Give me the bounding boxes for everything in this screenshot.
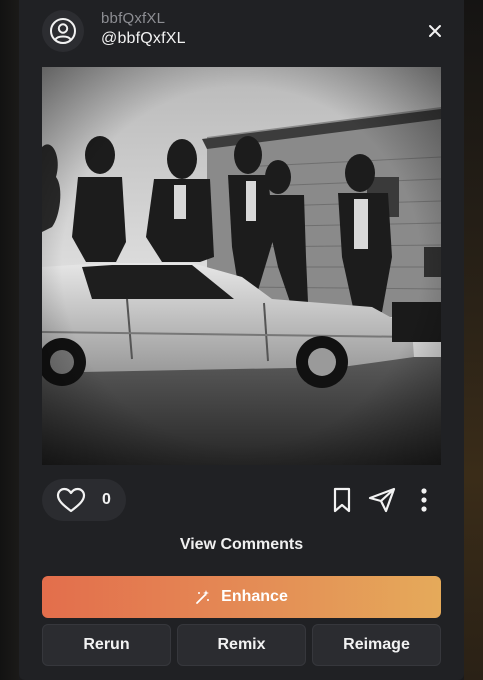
share-button[interactable] — [368, 486, 396, 514]
user-handle[interactable]: @bbfQxfXL — [101, 30, 186, 48]
display-name: bbfQxfXL — [101, 10, 166, 27]
bookmark-icon — [333, 487, 351, 513]
backdrop-right — [464, 0, 483, 680]
rerun-button[interactable]: Rerun — [42, 624, 171, 666]
user-circle-icon — [50, 18, 76, 44]
remix-button[interactable]: Remix — [177, 624, 306, 666]
post-header: bbfQxfXL @bbfQxfXL — [19, 0, 464, 66]
like-button[interactable]: 0 — [42, 479, 126, 521]
like-count: 0 — [102, 491, 111, 508]
post-card: bbfQxfXL @bbfQxfXL 0 View Comments Enhan… — [19, 0, 464, 680]
heart-icon — [56, 487, 86, 513]
enhance-label: Enhance — [221, 588, 288, 605]
post-image[interactable] — [42, 67, 441, 465]
avatar[interactable] — [42, 10, 84, 52]
close-button[interactable] — [423, 19, 447, 43]
send-icon — [368, 487, 396, 513]
close-icon — [429, 25, 441, 37]
more-vertical-icon — [421, 488, 427, 512]
more-options-button[interactable] — [410, 486, 438, 514]
view-comments-link[interactable]: View Comments — [19, 536, 464, 554]
enhance-button[interactable]: Enhance — [42, 576, 441, 618]
magic-wand-icon — [196, 590, 210, 604]
bookmark-button[interactable] — [328, 486, 356, 514]
reimage-button[interactable]: Reimage — [312, 624, 441, 666]
backdrop-left — [0, 0, 19, 680]
